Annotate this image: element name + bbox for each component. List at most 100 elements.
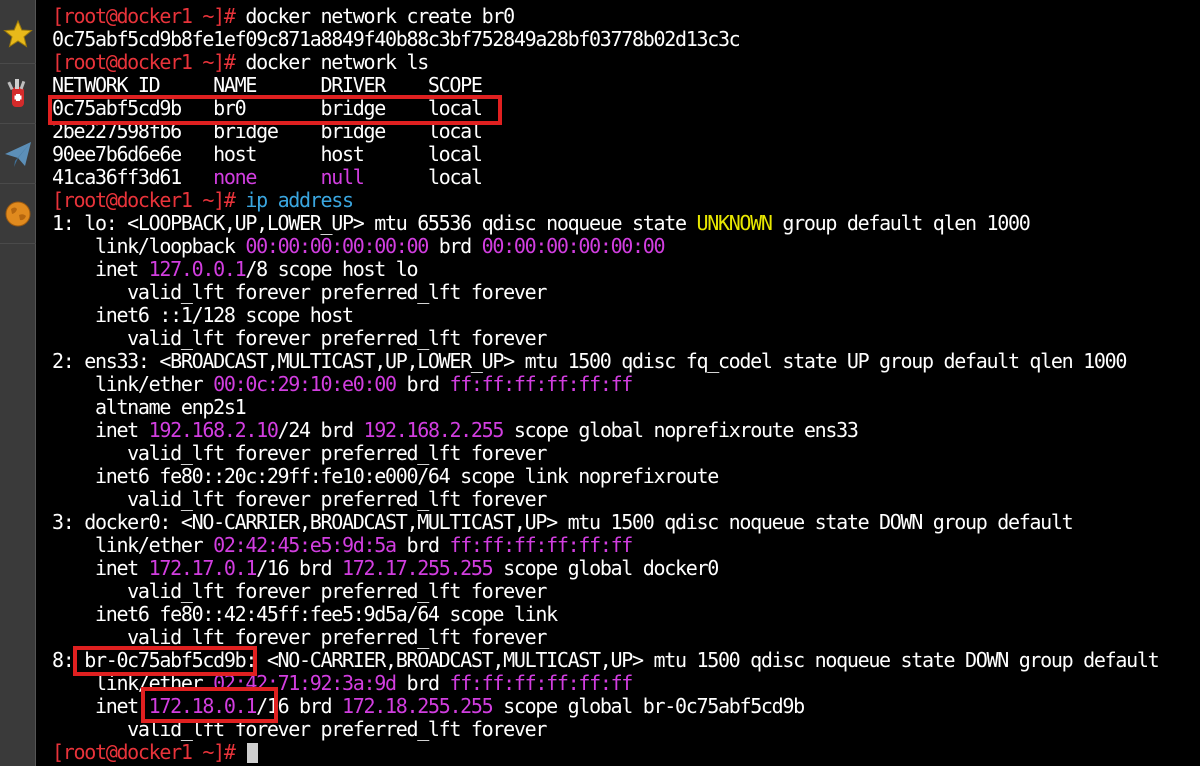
terminal-text: altname enp2s1 xyxy=(52,395,247,419)
shell-prompt: [root@docker1 ~]# xyxy=(52,740,246,764)
terminal-text: 192.168.2.10 xyxy=(148,418,279,442)
terminal-text: 172.18.255.255 xyxy=(342,694,494,718)
terminal-text: none xyxy=(213,165,257,189)
terminal-text: /24 brd xyxy=(277,418,364,442)
terminal-text: valid_lft forever preferred_lft forever xyxy=(52,579,547,603)
terminal-text: brd xyxy=(395,533,450,557)
terminal-text: link/loopback xyxy=(52,234,246,258)
inet-address-highlight-box xyxy=(141,687,278,723)
terminal-line: NETWORK ID NAME DRIVER SCOPE xyxy=(52,73,483,97)
terminal-text: 02:42:45:e5:9d:5a xyxy=(213,533,397,557)
shell-prompt: [root@docker1 ~]# xyxy=(52,4,246,28)
send-button[interactable] xyxy=(0,124,36,184)
terminal-text: ip address xyxy=(245,188,354,212)
paper-plane-icon xyxy=(5,141,31,167)
terminal-text: 172.17.255.255 xyxy=(342,556,494,580)
terminal-text: 127.0.0.1 xyxy=(148,257,247,281)
terminal-text: valid_lft forever preferred_lft forever xyxy=(52,441,547,465)
interface-name-highlight-box xyxy=(73,646,257,676)
terminal-text: scope global br-0c75abf5cd9b xyxy=(492,694,805,718)
terminal-text: inet xyxy=(52,257,149,281)
terminal-text: inet xyxy=(52,556,149,580)
star-icon xyxy=(3,19,33,48)
terminal-text: /8 scope host lo xyxy=(245,257,418,281)
terminal-line: [root@docker1 ~]# docker network ls xyxy=(52,50,429,74)
terminal-text: UNKNOWN xyxy=(696,211,772,235)
terminal-text: 41ca36ff3d61 xyxy=(52,165,214,189)
favorites-button[interactable] xyxy=(0,4,36,64)
terminal-line: valid_lft forever preferred_lft forever xyxy=(52,487,547,511)
terminal-text: brd xyxy=(427,234,482,258)
terminal-text: inet xyxy=(52,694,149,718)
terminal-text: 3: docker0: <NO-CARRIER,BROADCAST,MULTIC… xyxy=(52,510,1074,534)
terminal-text: inet6 fe80::20c:29ff:fe10:e000/64 scope … xyxy=(52,464,719,488)
terminal-text: local xyxy=(363,165,483,189)
network-ls-highlight-box xyxy=(48,95,502,125)
terminal-line: inet6 ::1/128 scope host xyxy=(52,303,354,327)
terminal-text: group default qlen 1000 xyxy=(771,211,1030,235)
terminal-line: altname enp2s1 xyxy=(52,395,247,419)
tools-button[interactable] xyxy=(0,64,36,124)
terminal-text: ff:ff:ff:ff:ff:ff xyxy=(449,671,633,695)
terminal-line: [root@docker1 ~]# docker network create … xyxy=(52,4,515,28)
terminal-line: 41ca36ff3d61 none null local xyxy=(52,165,483,189)
terminal-text: link/ether xyxy=(52,372,214,396)
terminal-text: scope global docker0 xyxy=(492,556,719,580)
terminal-line: valid_lft forever preferred_lft forever xyxy=(52,717,547,741)
terminal-line: 0c75abf5cd9b8fe1ef09c871a8849f40b88c3bf7… xyxy=(52,27,741,51)
terminal-text: inet xyxy=(52,418,149,442)
terminal-line: [root@docker1 ~]# ip address xyxy=(52,188,354,212)
terminal-text: 90ee7b6d6e6e host host local xyxy=(52,142,483,166)
terminal-line: valid_lft forever preferred_lft forever xyxy=(52,579,547,603)
terminal-text: ff:ff:ff:ff:ff:ff xyxy=(449,533,633,557)
terminal-text: brd xyxy=(395,372,450,396)
terminal-line: link/ether 00:0c:29:10:e0:00 brd ff:ff:f… xyxy=(52,372,633,396)
shell-prompt: [root@docker1 ~]# xyxy=(52,188,246,212)
terminal-line: link/loopback 00:00:00:00:00:00 brd 00:0… xyxy=(52,234,666,258)
terminal-text: NETWORK ID NAME DRIVER SCOPE xyxy=(52,73,483,97)
terminal-line: 90ee7b6d6e6e host host local xyxy=(52,142,483,166)
shell-prompt: [root@docker1 ~]# xyxy=(52,50,246,74)
terminal-line: valid_lft forever preferred_lft forever xyxy=(52,441,547,465)
terminal-text: 00:00:00:00:00:00 xyxy=(245,234,429,258)
terminal-text: valid_lft forever preferred_lft forever xyxy=(52,487,547,511)
terminal-text: 00:00:00:00:00:00 xyxy=(481,234,666,258)
swiss-knife-icon xyxy=(7,78,26,107)
terminal-text: valid_lft forever preferred_lft forever xyxy=(52,326,547,350)
terminal-line: valid_lft forever preferred_lft forever xyxy=(52,280,547,304)
terminal-line: 3: docker0: <NO-CARRIER,BROADCAST,MULTIC… xyxy=(52,510,1074,534)
terminal-text: scope global noprefixroute ens33 xyxy=(503,418,859,442)
terminal-text: docker network create br0 xyxy=(245,4,515,28)
terminal-text: /16 brd xyxy=(256,556,343,580)
terminal-line: inet 127.0.0.1/8 scope host lo xyxy=(52,257,419,281)
terminal-text: valid_lft forever preferred_lft forever xyxy=(52,280,547,304)
terminal-line: inet 192.168.2.10/24 brd 192.168.2.255 s… xyxy=(52,418,859,442)
terminal-line: link/ether 02:42:45:e5:9d:5a brd ff:ff:f… xyxy=(52,533,633,557)
text-cursor xyxy=(247,743,259,763)
terminal-line: inet 172.17.0.1/16 brd 172.17.255.255 sc… xyxy=(52,556,719,580)
terminal-text: 172.17.0.1 xyxy=(148,556,258,580)
terminal-line: 1: lo: <LOOPBACK,UP,LOWER_UP> mtu 65536 … xyxy=(52,211,1031,235)
terminal-text: 1: lo: <LOOPBACK,UP,LOWER_UP> mtu 65536 … xyxy=(52,211,697,235)
globe-icon xyxy=(5,201,31,226)
terminal-line: valid_lft forever preferred_lft forever xyxy=(52,326,547,350)
terminal-text: docker network ls xyxy=(245,50,429,74)
terminal-text: 00:0c:29:10:e0:00 xyxy=(213,372,397,396)
network-button[interactable] xyxy=(0,184,36,244)
terminal-text: brd xyxy=(395,671,450,695)
terminal-text: 192.168.2.255 xyxy=(363,418,505,442)
terminal-text: link/ether xyxy=(52,533,214,557)
terminal-line: 2: ens33: <BROADCAST,MULTICAST,UP,LOWER_… xyxy=(52,349,1127,373)
terminal-text: null xyxy=(320,165,365,189)
terminal-text: 0c75abf5cd9b8fe1ef09c871a8849f40b88c3bf7… xyxy=(52,27,741,51)
terminal-text: ff:ff:ff:ff:ff:ff xyxy=(449,372,633,396)
app-sidebar xyxy=(0,0,36,766)
terminal-text: valid_lft forever preferred_lft forever xyxy=(52,717,547,741)
terminal-text: 2: ens33: <BROADCAST,MULTICAST,UP,LOWER_… xyxy=(52,349,1127,373)
terminal-line: inet6 fe80::42:45ff:fee5:9d5a/64 scope l… xyxy=(52,602,558,626)
terminal-line: [root@docker1 ~]# xyxy=(52,740,259,764)
terminal-line: inet6 fe80::20c:29ff:fe10:e000/64 scope … xyxy=(52,464,719,488)
terminal-text: inet6 fe80::42:45ff:fee5:9d5a/64 scope l… xyxy=(52,602,558,626)
terminal-text: inet6 ::1/128 scope host xyxy=(52,303,354,327)
